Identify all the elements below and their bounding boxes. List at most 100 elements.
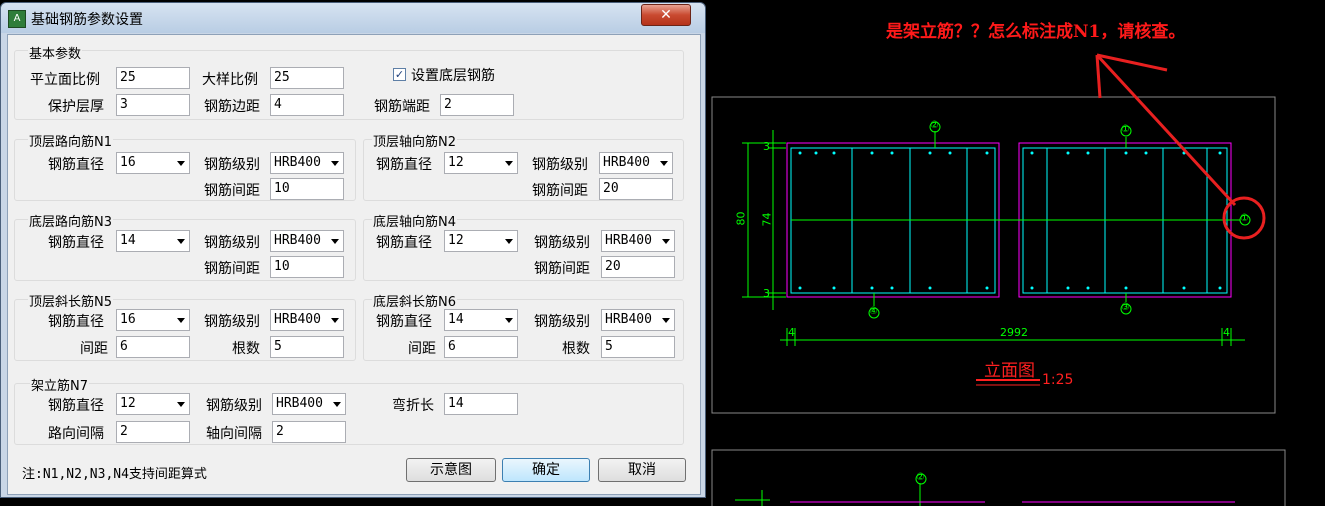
n2-grade-value: HRB400 <box>603 155 650 170</box>
n1-dia-label: 钢筋直径 <box>48 157 104 173</box>
n7-axis-input[interactable]: 2 <box>272 421 346 443</box>
chevron-down-icon <box>177 161 185 166</box>
n4-spacing-label: 钢筋间距 <box>534 261 590 277</box>
dimensions <box>735 121 1251 506</box>
n1-grade-select[interactable]: HRB400 <box>270 152 344 174</box>
dim-4-left: 4 <box>788 326 795 339</box>
cancel-button[interactable]: 取消 <box>598 458 686 482</box>
group-basic-label: 基本参数 <box>28 43 83 62</box>
n7-grade-label: 钢筋级别 <box>206 398 262 414</box>
n2-grade-select[interactable]: HRB400 <box>599 152 673 174</box>
footer-note: 注:N1,N2,N3,N4支持间距算式 <box>22 467 207 482</box>
n6-grade-label: 钢筋级别 <box>534 314 590 330</box>
n6-spacing-label: 间距 <box>408 341 436 357</box>
chevron-down-icon <box>660 161 668 166</box>
dim-74: 74 <box>760 212 774 227</box>
n7-axis-label: 轴向间隔 <box>206 426 262 442</box>
chevron-down-icon <box>331 161 339 166</box>
n7-road-input[interactable]: 2 <box>116 421 190 443</box>
chevron-down-icon <box>505 161 513 166</box>
n5-dia-select[interactable]: 16 <box>116 309 190 331</box>
n3-dia-value: 14 <box>120 233 136 248</box>
callout-1: ① <box>1121 124 1130 135</box>
n1-grade-value: HRB400 <box>274 155 321 170</box>
n1-spacing-label: 钢筋间距 <box>204 183 260 199</box>
dim-80: 80 <box>734 211 748 226</box>
n7-bend-label: 弯折长 <box>392 398 434 414</box>
dim-3-bottom: 3 <box>763 287 770 300</box>
annotation-arrow <box>1095 53 1266 240</box>
group-n1-label: 顶层路向筋N1 <box>28 131 113 150</box>
n4-dia-value: 12 <box>448 233 464 248</box>
ok-button[interactable]: 确定 <box>502 458 590 482</box>
n7-grade-value: HRB400 <box>276 396 323 411</box>
n7-grade-select[interactable]: HRB400 <box>272 393 346 415</box>
title-bar[interactable]: A 基础钢筋参数设置 ✕ <box>1 3 705 33</box>
plane-scale-input[interactable]: 25 <box>116 67 190 89</box>
n6-dia-select[interactable]: 14 <box>444 309 518 331</box>
group-n7-label: 架立筋N7 <box>30 375 89 394</box>
n3-spacing-label: 钢筋间距 <box>204 261 260 277</box>
rebar-settings-dialog: A 基础钢筋参数设置 ✕ 基本参数 平立面比例 25 大样比例 25 ✓ 设置底… <box>0 2 706 498</box>
n1-dia-select[interactable]: 16 <box>116 152 190 174</box>
n2-spacing-input[interactable]: 20 <box>599 178 673 200</box>
n2-dia-select[interactable]: 12 <box>444 152 518 174</box>
edge-dist-input[interactable]: 4 <box>270 94 344 116</box>
n7-dia-value: 12 <box>120 396 136 411</box>
callout-4: ④ <box>869 306 878 317</box>
chevron-down-icon <box>505 318 513 323</box>
n5-grade-select[interactable]: HRB400 <box>270 309 344 331</box>
n6-dia-value: 14 <box>448 312 464 327</box>
n4-spacing-input[interactable]: 20 <box>601 256 675 278</box>
group-n4-label: 底层轴向筋N4 <box>372 211 457 230</box>
n4-dia-label: 钢筋直径 <box>376 235 432 251</box>
n1-dia-value: 16 <box>120 155 136 170</box>
callout-2: ② <box>930 120 939 131</box>
n3-spacing-input[interactable]: 10 <box>270 256 344 278</box>
n7-dia-select[interactable]: 12 <box>116 393 190 415</box>
group-n3-label: 底层路向筋N3 <box>28 211 113 230</box>
n4-dia-select[interactable]: 12 <box>444 230 518 252</box>
end-dist-input[interactable]: 2 <box>440 94 514 116</box>
n5-spacing-label: 间距 <box>80 341 108 357</box>
n5-spacing-input[interactable]: 6 <box>116 336 190 358</box>
set-bottom-label: 设置底层钢筋 <box>411 68 495 84</box>
elevation-title: 立面图 <box>984 361 1035 381</box>
n2-dia-label: 钢筋直径 <box>376 157 432 173</box>
chevron-down-icon <box>333 402 341 407</box>
n6-grade-select[interactable]: HRB400 <box>601 309 675 331</box>
review-annotation: 是架立筋？？怎么标注成N1，请核查。 <box>886 22 1186 42</box>
diagram-button[interactable]: 示意图 <box>406 458 496 482</box>
n3-grade-select[interactable]: HRB400 <box>270 230 344 252</box>
n4-grade-value: HRB400 <box>605 233 652 248</box>
n1-spacing-input[interactable]: 10 <box>270 178 344 200</box>
n3-grade-label: 钢筋级别 <box>204 235 260 251</box>
n5-count-label: 根数 <box>232 341 260 357</box>
cover-input[interactable]: 3 <box>116 94 190 116</box>
group-n2-label: 顶层轴向筋N2 <box>372 131 457 150</box>
n6-count-input[interactable]: 5 <box>601 336 675 358</box>
dialog-body: 基本参数 平立面比例 25 大样比例 25 ✓ 设置底层钢筋 保护层厚 3 钢筋… <box>7 34 701 495</box>
n7-dia-label: 钢筋直径 <box>48 398 104 414</box>
group-n5-label: 顶层斜长筋N5 <box>28 291 113 310</box>
detail-scale-label: 大样比例 <box>202 72 258 88</box>
cover-label: 保护层厚 <box>48 99 104 115</box>
elevation-scale: 1:25 <box>1042 372 1074 388</box>
detail-scale-input[interactable]: 25 <box>270 67 344 89</box>
set-bottom-checkbox[interactable]: ✓ <box>393 68 406 81</box>
app-icon: A <box>8 10 26 28</box>
close-button[interactable]: ✕ <box>641 4 691 26</box>
n5-count-input[interactable]: 5 <box>270 336 344 358</box>
n4-grade-label: 钢筋级别 <box>534 235 590 251</box>
n6-spacing-input[interactable]: 6 <box>444 336 518 358</box>
n5-dia-label: 钢筋直径 <box>48 314 104 330</box>
end-dist-label: 钢筋端距 <box>374 99 430 115</box>
n7-road-label: 路向间隔 <box>48 426 104 442</box>
dialog-title: 基础钢筋参数设置 <box>31 12 143 28</box>
callout-3: ③ <box>1121 302 1130 313</box>
chevron-down-icon <box>662 239 670 244</box>
n7-bend-input[interactable]: 14 <box>444 393 518 415</box>
n3-dia-select[interactable]: 14 <box>116 230 190 252</box>
n4-grade-select[interactable]: HRB400 <box>601 230 675 252</box>
n3-grade-value: HRB400 <box>274 233 321 248</box>
